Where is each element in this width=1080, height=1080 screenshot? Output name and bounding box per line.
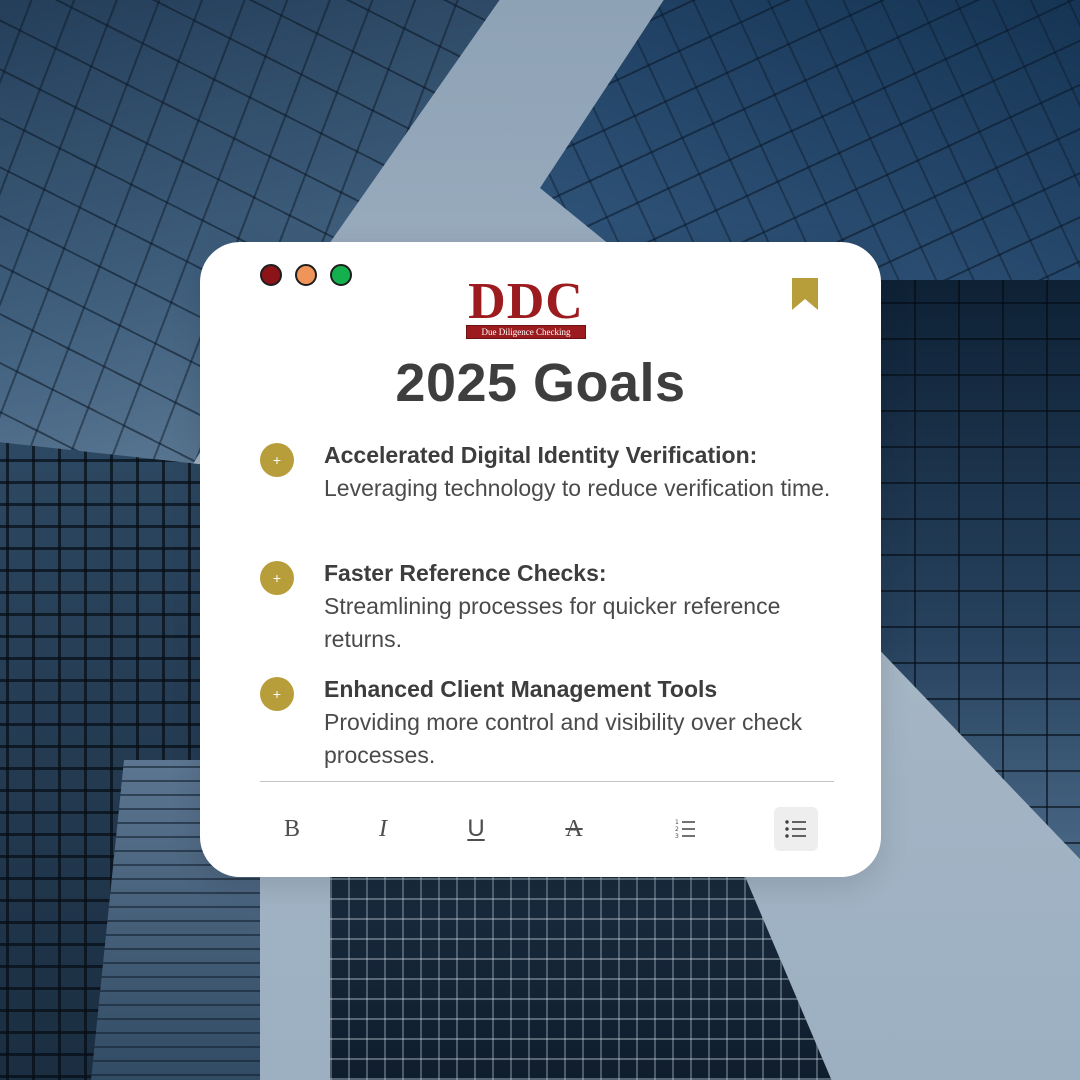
- svg-text:3: 3: [675, 833, 679, 840]
- ordered-list-icon: 1 2 3: [675, 819, 695, 840]
- close-button[interactable]: [260, 264, 282, 286]
- editor-window: DDC Due Diligence Checking 2025 Goals + …: [200, 242, 881, 877]
- svg-text:2: 2: [675, 826, 679, 833]
- building-right-lower: [870, 280, 1080, 880]
- logo-subtitle: Due Diligence Checking: [466, 325, 586, 339]
- bold-button[interactable]: B: [270, 807, 314, 851]
- strikethrough-button[interactable]: A: [552, 807, 596, 851]
- strikethrough-icon: A: [565, 815, 583, 842]
- bold-icon: B: [283, 815, 300, 842]
- svg-text:1: 1: [675, 819, 679, 826]
- bookmark-icon[interactable]: [792, 278, 818, 310]
- logo-mark: DDC: [468, 273, 584, 330]
- plus-icon: +: [260, 443, 294, 477]
- minimize-button[interactable]: [295, 264, 317, 286]
- italic-button[interactable]: I: [361, 807, 405, 851]
- formatting-toolbar: B I U A 1 2 3: [260, 807, 834, 851]
- underline-button[interactable]: U: [454, 807, 498, 851]
- window-controls: [260, 264, 352, 286]
- goal-description: Providing more control and visibility ov…: [324, 709, 803, 768]
- goal-heading: Accelerated Digital Identity Verificatio…: [324, 442, 758, 468]
- goal-description: Leveraging technology to reduce verifica…: [324, 475, 831, 501]
- ordered-list-button[interactable]: 1 2 3: [663, 807, 707, 851]
- goal-description: Streamlining processes for quicker refer…: [324, 593, 781, 652]
- plus-icon: +: [260, 677, 294, 711]
- plus-icon: +: [260, 561, 294, 595]
- goal-heading: Faster Reference Checks:: [324, 560, 607, 586]
- toolbar-divider: [260, 781, 834, 782]
- underline-icon: U: [467, 815, 485, 842]
- building-center: [330, 860, 840, 1080]
- maximize-button[interactable]: [330, 264, 352, 286]
- italic-icon: I: [379, 815, 387, 842]
- page-title: 2025 Goals: [395, 353, 686, 413]
- bullet-list-button[interactable]: [774, 807, 818, 851]
- goal-heading: Enhanced Client Management Tools: [324, 676, 718, 702]
- bullet-list-icon: [785, 820, 806, 838]
- ddc-logo: DDC Due Diligence Checking: [466, 273, 586, 339]
